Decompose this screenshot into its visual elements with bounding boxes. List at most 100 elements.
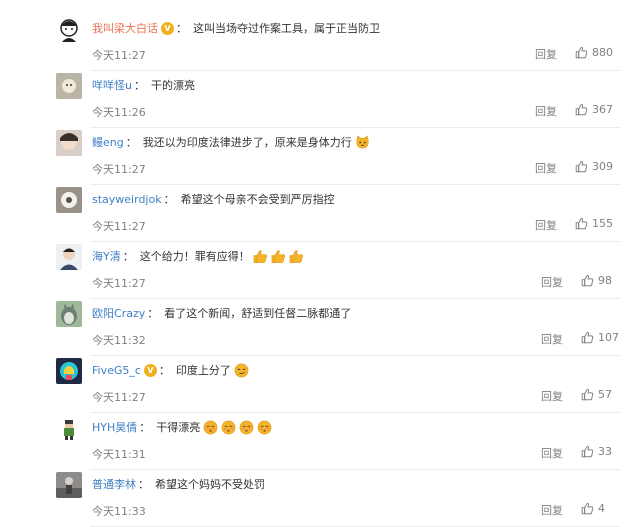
separator-colon: ： xyxy=(158,364,170,377)
smirk-face-emoji xyxy=(234,363,249,378)
avatar[interactable] xyxy=(56,187,82,213)
comment-item: 海Y清 ： 这个给力！罪有应得！ 今天11:27 回复 98 xyxy=(0,242,640,299)
username-link[interactable]: 我叫梁大白话 xyxy=(92,20,158,36)
comment-line: 咩咩怪u ： 干的漂亮 xyxy=(92,73,195,97)
username-link[interactable]: 普通李林 xyxy=(92,476,136,492)
blush-face-emoji xyxy=(203,420,218,435)
comment-line: HYH昊倩 ： 干得漂亮 xyxy=(92,415,272,439)
thumbs-up-icon xyxy=(575,217,592,230)
blush-face-emoji xyxy=(221,420,236,435)
verified-badge-icon: V xyxy=(143,363,157,377)
comment-list: 我叫梁大白话 V ： 这叫当场夺过作案工具，属于正当防卫 今天11:27 回复 … xyxy=(0,0,640,527)
avatar[interactable] xyxy=(56,16,82,42)
thumbs-up-icon xyxy=(581,502,598,515)
like-count: 33 xyxy=(598,445,612,458)
avatar[interactable] xyxy=(56,244,82,270)
like-count: 309 xyxy=(592,160,613,173)
like-button[interactable]: 57 xyxy=(581,387,612,402)
comment-line: 欧阳Crazy ： 看了这个新闻，舒适到任督二脉都通了 xyxy=(92,301,351,325)
like-count: 57 xyxy=(598,388,612,401)
like-count: 880 xyxy=(592,46,613,59)
thumbs-up-icon xyxy=(581,274,598,287)
like-button[interactable]: 880 xyxy=(575,45,613,60)
like-button[interactable]: 98 xyxy=(581,273,612,288)
comment-text: 这个给力！罪有应得！ xyxy=(139,250,250,263)
comment-time: 今天11:27 xyxy=(92,49,146,62)
comment-text: 希望这个母亲不会受到严厉指控 xyxy=(180,193,335,206)
separator-colon: ： xyxy=(122,250,134,263)
comment-text: 看了这个新闻，舒适到任督二脉都通了 xyxy=(164,307,352,320)
like-button[interactable]: 367 xyxy=(575,102,613,117)
username-link[interactable]: HYH昊倩 xyxy=(92,419,137,435)
separator-colon: ： xyxy=(133,79,145,92)
comment-text: 我还以为印度法律进步了，原来是身体力行 xyxy=(142,136,352,149)
reply-button[interactable]: 回复 xyxy=(541,445,563,461)
thumbs-up-icon xyxy=(581,445,598,458)
reply-button[interactable]: 回复 xyxy=(535,46,557,62)
like-button[interactable]: 33 xyxy=(581,444,612,459)
reply-button[interactable]: 回复 xyxy=(535,103,557,119)
username-link[interactable]: 咩咩怪u xyxy=(92,77,132,93)
separator-colon: ： xyxy=(138,478,149,491)
comment-line: stayweirdjok ： 希望这个母亲不会受到严厉指控 xyxy=(92,187,335,211)
comment-text: 印度上分了 xyxy=(175,364,231,377)
thumbs-up-icon xyxy=(581,331,598,344)
like-count: 367 xyxy=(592,103,613,116)
comment-time: 今天11:27 xyxy=(92,220,146,233)
comment-item: 咩咩怪u ： 干的漂亮 今天11:26 回复 367 xyxy=(0,71,640,128)
comment-line: 我叫梁大白话 V ： 这叫当场夺过作案工具，属于正当防卫 xyxy=(92,16,380,40)
comment-item: 欧阳Crazy ： 看了这个新闻，舒适到任督二脉都通了 今天11:32 回复 1… xyxy=(0,299,640,356)
separator-colon: ： xyxy=(163,193,175,206)
thumbs-up-emoji xyxy=(289,249,304,264)
like-button[interactable]: 4 xyxy=(581,501,605,516)
avatar[interactable] xyxy=(56,415,82,441)
like-button[interactable]: 155 xyxy=(575,216,613,231)
comment-line: 普通李林 ： 希望这个妈妈不受处罚 xyxy=(92,472,265,496)
comment-line: 鳗eng ： 我还以为印度法律进步了，原来是身体力行 xyxy=(92,130,370,154)
separator-colon: ： xyxy=(125,136,137,149)
thumbs-up-emoji xyxy=(253,249,268,264)
avatar[interactable] xyxy=(56,73,82,99)
username-link[interactable]: stayweirdjok xyxy=(92,193,162,206)
reply-button[interactable]: 回复 xyxy=(535,160,557,176)
separator-colon: ： xyxy=(176,22,187,35)
verified-badge-icon: V xyxy=(161,21,174,35)
reply-button[interactable]: 回复 xyxy=(541,388,563,404)
avatar[interactable] xyxy=(56,130,82,156)
comment-time: 今天11:32 xyxy=(92,334,146,347)
thumbs-up-icon xyxy=(575,46,592,59)
comment-item: stayweirdjok ： 希望这个母亲不会受到严厉指控 今天11:27 回复… xyxy=(0,185,640,242)
like-button[interactable]: 309 xyxy=(575,159,613,174)
comment-text: 干的漂亮 xyxy=(150,79,195,92)
username-link[interactable]: FiveG5_c xyxy=(92,364,141,377)
like-button[interactable]: 107 xyxy=(581,330,619,345)
comment-time: 今天11:33 xyxy=(92,505,146,518)
avatar[interactable] xyxy=(56,301,82,327)
reply-button[interactable]: 回复 xyxy=(535,217,557,233)
cat-face-emoji xyxy=(355,134,370,150)
reply-button[interactable]: 回复 xyxy=(541,331,563,347)
separator-colon: ： xyxy=(147,307,159,320)
blush-face-emoji xyxy=(257,420,272,435)
avatar[interactable] xyxy=(56,358,82,384)
comment-item: 我叫梁大白话 V ： 这叫当场夺过作案工具，属于正当防卫 今天11:27 回复 … xyxy=(0,14,640,71)
comment-line: 海Y清 ： 这个给力！罪有应得！ xyxy=(92,244,304,268)
like-count: 98 xyxy=(598,274,612,287)
thumbs-up-emoji xyxy=(271,249,286,264)
separator-colon: ： xyxy=(139,421,151,434)
comment-item: 普通李林 ： 希望这个妈妈不受处罚 今天11:33 回复 4 xyxy=(0,470,640,527)
username-link[interactable]: 欧阳Crazy xyxy=(92,305,145,321)
like-count: 107 xyxy=(598,331,619,344)
username-link[interactable]: 海Y清 xyxy=(92,248,121,264)
reply-button[interactable]: 回复 xyxy=(541,274,563,290)
comment-time: 今天11:27 xyxy=(92,163,146,176)
avatar[interactable] xyxy=(56,472,82,498)
reply-button[interactable]: 回复 xyxy=(541,502,563,518)
thumbs-up-icon xyxy=(575,103,592,116)
username-link[interactable]: 鳗eng xyxy=(92,134,124,150)
comment-time: 今天11:31 xyxy=(92,448,146,461)
comment-time: 今天11:27 xyxy=(92,277,146,290)
comment-text: 干得漂亮 xyxy=(156,421,201,434)
thumbs-up-icon xyxy=(581,388,598,401)
like-count: 4 xyxy=(598,502,605,515)
